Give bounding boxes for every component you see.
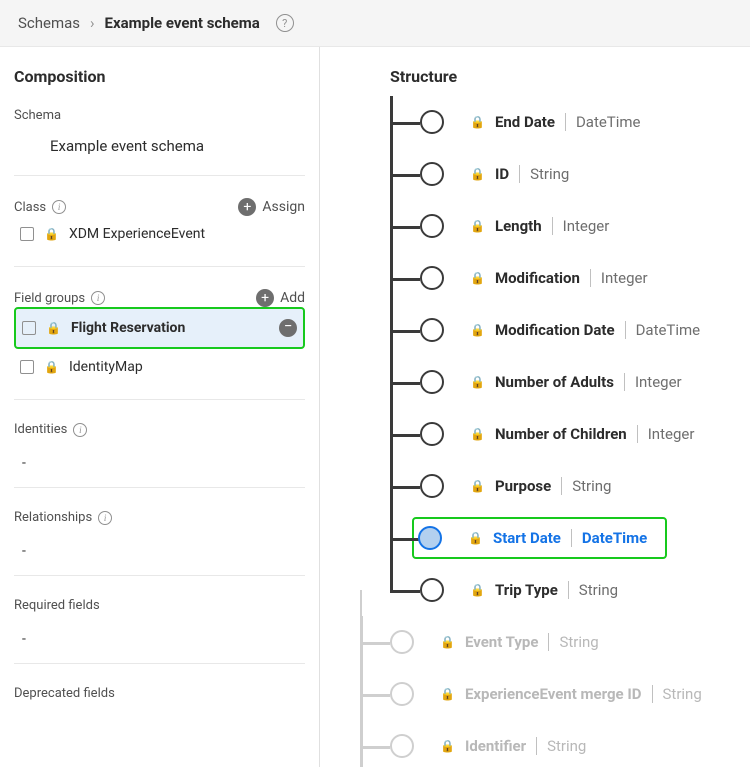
checkbox[interactable] (20, 227, 34, 241)
tree-node-start-date[interactable]: 🔒 Start Date DateTime (420, 512, 750, 564)
node-circle-icon (420, 162, 444, 186)
class-item[interactable]: 🔒 XDM ExperienceEvent (14, 216, 305, 252)
info-icon[interactable]: i (91, 291, 105, 305)
node-circle-icon (390, 682, 414, 706)
field-group-item-identitymap[interactable]: 🔒 IdentityMap (14, 349, 305, 385)
lock-icon: 🔒 (440, 635, 455, 649)
tree-node[interactable]: 🔒 Number of Adults Integer (420, 356, 750, 408)
node-circle-icon (420, 214, 444, 238)
relationships-section-label: Relationships i (14, 510, 305, 525)
lock-icon: 🔒 (470, 427, 485, 441)
checkbox[interactable] (20, 360, 34, 374)
checkbox[interactable] (22, 321, 36, 335)
field-groups-section-label: Field groups i (14, 291, 105, 306)
field-group-label: Flight Reservation (71, 320, 269, 336)
breadcrumb: Schemas › Example event schema ? (0, 0, 750, 47)
tree-node[interactable]: 🔒 Purpose String (420, 460, 750, 512)
tree-node[interactable]: 🔒 Number of Children Integer (420, 408, 750, 460)
plus-icon: + (238, 198, 256, 216)
lock-icon: 🔒 (440, 687, 455, 701)
lock-icon: 🔒 (46, 321, 61, 335)
node-circle-icon (420, 578, 444, 602)
tree-node-dim[interactable]: 🔒 ExperienceEvent merge ID String (390, 668, 750, 720)
field-group-label: IdentityMap (69, 359, 299, 375)
class-item-label: XDM ExperienceEvent (69, 226, 299, 242)
add-button[interactable]: + Add (256, 289, 305, 307)
field-group-item-flight-reservation[interactable]: 🔒 Flight Reservation − (14, 307, 305, 349)
schema-tree: 🔒 End Date DateTime 🔒 ID String 🔒 (420, 96, 750, 767)
assign-button[interactable]: + Assign (238, 198, 305, 216)
node-circle-icon (420, 422, 444, 446)
schema-name[interactable]: Example event schema (14, 123, 305, 176)
lock-icon: 🔒 (440, 739, 455, 753)
tree-node[interactable]: 🔒 Modification Integer (420, 252, 750, 304)
identities-value: - (14, 437, 305, 488)
node-circle-icon (420, 474, 444, 498)
tree-node[interactable]: 🔒 Length Integer (420, 200, 750, 252)
remove-icon[interactable]: − (279, 319, 297, 337)
node-circle-icon (420, 318, 444, 342)
lock-icon: 🔒 (470, 167, 485, 181)
required-fields-value: - (14, 613, 305, 664)
node-circle-icon (420, 370, 444, 394)
composition-panel: Composition Schema Example event schema … (0, 47, 320, 767)
lock-icon: 🔒 (470, 323, 485, 337)
lock-icon: 🔒 (44, 360, 59, 374)
structure-title: Structure (390, 67, 750, 86)
node-circle-icon (390, 734, 414, 758)
schema-section-label: Schema (14, 108, 305, 123)
lock-icon: 🔒 (470, 479, 485, 493)
lock-icon: 🔒 (468, 531, 483, 545)
lock-icon: 🔒 (470, 583, 485, 597)
required-fields-section-label: Required fields (14, 598, 305, 613)
tree-node[interactable]: 🔒 End Date DateTime (420, 96, 750, 148)
info-icon[interactable]: i (52, 200, 66, 214)
info-icon[interactable]: i (98, 511, 112, 525)
identities-section-label: Identities i (14, 422, 305, 437)
lock-icon: 🔒 (44, 227, 59, 241)
tree-node[interactable]: 🔒 ID String (420, 148, 750, 200)
plus-icon: + (256, 289, 274, 307)
breadcrumb-root[interactable]: Schemas (18, 14, 80, 32)
chevron-right-icon: › (90, 14, 95, 32)
lock-icon: 🔒 (470, 375, 485, 389)
class-section-label: Class i (14, 200, 66, 215)
composition-title: Composition (14, 67, 305, 86)
breadcrumb-current: Example event schema (105, 14, 260, 32)
deprecated-fields-section-label: Deprecated fields (14, 686, 305, 701)
lock-icon: 🔒 (470, 271, 485, 285)
node-circle-icon (420, 266, 444, 290)
info-icon[interactable]: i (73, 423, 87, 437)
node-circle-icon (390, 630, 414, 654)
lock-icon: 🔒 (470, 115, 485, 129)
structure-panel: Structure 🔒 End Date DateTime 🔒 ID Strin… (320, 47, 750, 767)
help-icon[interactable]: ? (276, 14, 294, 32)
node-circle-icon (418, 526, 442, 550)
node-circle-icon (420, 110, 444, 134)
tree-node-dim[interactable]: 🔒 Identifier String (390, 720, 750, 767)
tree-node-dim[interactable]: 🔒 Event Type String (390, 616, 750, 668)
tree-node[interactable]: 🔒 Modification Date DateTime (420, 304, 750, 356)
relationships-value: - (14, 525, 305, 576)
tree-node[interactable]: 🔒 Trip Type String (420, 564, 750, 616)
lock-icon: 🔒 (470, 219, 485, 233)
